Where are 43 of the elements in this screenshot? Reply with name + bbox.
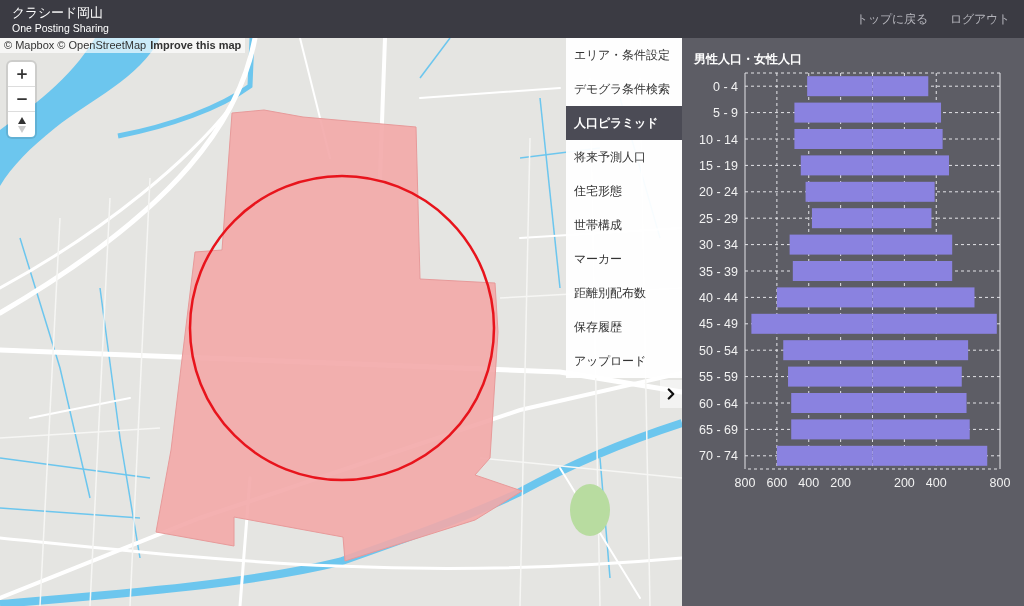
- menu-item[interactable]: デモグラ条件検索: [566, 72, 682, 106]
- menu-item[interactable]: 保存履歴: [566, 310, 682, 344]
- axis-tick-label: 400: [925, 476, 947, 490]
- chart-title: 男性人口・女性人口: [694, 52, 802, 66]
- axis-tick-label: 200: [830, 476, 852, 490]
- app-title: クラシード岡山: [12, 3, 104, 21]
- menu-item[interactable]: 世帯構成: [566, 208, 682, 242]
- age-label: 50 - 54: [699, 343, 738, 358]
- plus-icon: [14, 67, 29, 81]
- axis-tick-label: 200: [893, 476, 915, 490]
- attribution-text: © Mapbox © OpenStreetMap: [4, 38, 147, 54]
- nav-link[interactable]: トップに戻る: [856, 10, 928, 28]
- axis-tick-label: 800: [734, 476, 756, 490]
- age-label: 65 - 69: [699, 422, 738, 437]
- menu-item[interactable]: 距離別配布数: [566, 276, 682, 310]
- menu-item[interactable]: マーカー: [566, 242, 682, 276]
- compass-icon: [17, 116, 26, 133]
- age-label: 20 - 24: [699, 185, 738, 200]
- age-label: 55 - 59: [699, 370, 738, 385]
- age-label: 40 - 44: [699, 290, 738, 305]
- menu-item[interactable]: アップロード: [566, 344, 682, 378]
- menu-item[interactable]: 将来予測人口: [566, 140, 682, 174]
- menu-item[interactable]: 住宅形態: [566, 174, 682, 208]
- app-subtitle: One Posting Sharing: [12, 20, 109, 35]
- age-label: 70 - 74: [699, 449, 738, 464]
- age-label: 45 - 49: [699, 317, 738, 332]
- age-label: 5 - 9: [713, 106, 738, 121]
- menu-item[interactable]: エリア・条件設定: [566, 38, 682, 72]
- axis-tick-label: 400: [798, 476, 820, 490]
- menu-item[interactable]: 人口ピラミッド: [566, 106, 682, 140]
- map-view[interactable]: © Mapbox © OpenStreetMap Improve this map エリア・条件設定 デモグラ条件検索 人口ピラミッド 将来予測人口 住宅形態 世帯構成 マーカー 距離別配布数 保存履歴 アップロード: [0, 38, 682, 606]
- axis-tick-label: 600: [766, 476, 788, 490]
- nav-link[interactable]: ログアウト: [950, 10, 1010, 28]
- age-label: 0 - 4: [713, 79, 738, 94]
- improve-map-link[interactable]: Improve this map: [150, 38, 242, 54]
- panel-toggle-button[interactable]: [660, 380, 682, 408]
- age-label: 10 - 14: [699, 132, 738, 147]
- age-label: 15 - 19: [699, 158, 738, 173]
- age-label: 25 - 29: [699, 211, 738, 226]
- age-label: 60 - 64: [699, 396, 738, 411]
- age-label: 30 - 34: [699, 238, 738, 253]
- age-label: 35 - 39: [699, 264, 738, 279]
- axis-tick-label: 800: [989, 476, 1011, 490]
